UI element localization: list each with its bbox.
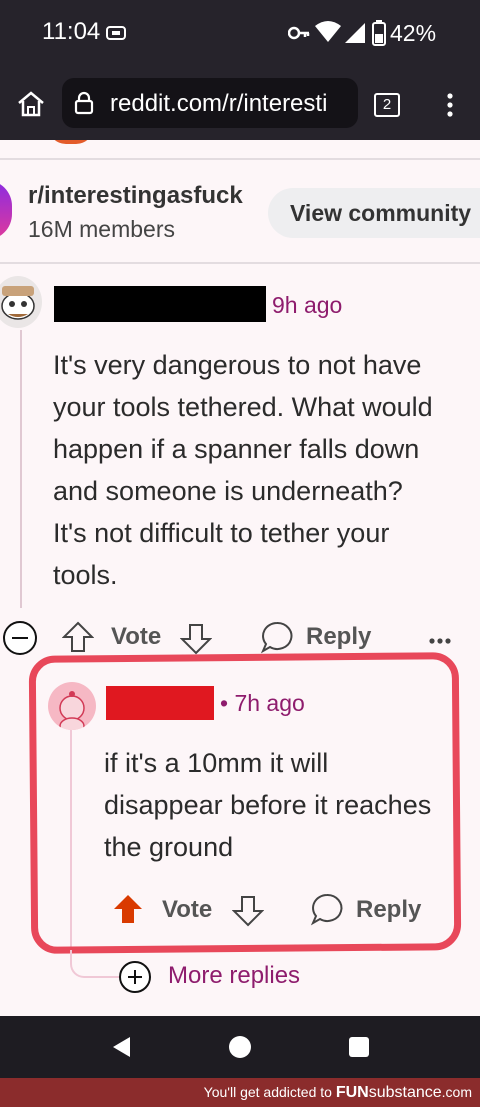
collapse-icon[interactable] <box>2 620 38 661</box>
tab-count: 2 <box>382 96 392 113</box>
more-options-icon[interactable] <box>446 92 454 123</box>
community-members: 16M members <box>28 216 175 242</box>
watermark-prefix: You'll get addicted to <box>203 1084 336 1100</box>
comment-body: It's very dangerous to not have your too… <box>53 350 433 590</box>
reply-label[interactable]: Reply <box>306 623 371 651</box>
comment-time: 9h ago <box>272 292 343 318</box>
snoo-avatar-icon <box>1 286 35 320</box>
cell-signal-icon <box>344 20 366 49</box>
divider <box>0 262 480 264</box>
community-avatar[interactable] <box>0 180 12 240</box>
watermark-brand-bold: FUN <box>335 1084 369 1101</box>
url-text: reddit.com/r/interesti <box>110 90 328 117</box>
watermark-suffix: .com <box>441 1084 472 1100</box>
highlight-box <box>28 652 462 954</box>
tab-switcher-button[interactable]: 2 <box>374 93 400 117</box>
browser-toolbar: reddit.com/r/interesti 2 <box>0 70 480 140</box>
vote-label: Vote <box>111 623 162 650</box>
community-name[interactable]: r/interestingasfuck <box>28 182 243 210</box>
wifi-icon <box>314 20 342 49</box>
more-replies-link[interactable]: More replies <box>168 962 300 990</box>
thread-line <box>20 330 22 608</box>
notification-icon <box>106 26 126 45</box>
page-content: r/interestingasfuck 16M members View com… <box>0 140 480 1016</box>
status-time: 11:04 <box>42 18 101 45</box>
key-icon <box>287 25 310 46</box>
redacted-username <box>54 286 266 322</box>
home-button-icon[interactable] <box>228 1035 252 1064</box>
battery-percent: 42% <box>390 20 437 46</box>
comment-options-icon[interactable] <box>428 632 452 650</box>
status-bar: 11:04 42% <box>0 0 480 70</box>
user-avatar[interactable] <box>0 276 42 328</box>
watermark-footer: You'll get addicted to FUNsubstance.com <box>0 1078 480 1107</box>
expand-icon[interactable] <box>118 960 152 999</box>
header-remnant <box>48 140 94 144</box>
recents-icon[interactable] <box>348 1036 370 1063</box>
system-nav-bar <box>0 1016 480 1078</box>
thread-connector <box>70 950 122 978</box>
address-bar[interactable]: reddit.com/r/interesti <box>62 78 358 128</box>
view-community-label: View community <box>290 200 472 226</box>
back-icon[interactable] <box>110 1035 134 1064</box>
lock-icon <box>74 91 94 120</box>
home-icon[interactable] <box>16 90 46 123</box>
watermark-brand: substance <box>368 1084 442 1101</box>
divider <box>0 158 480 160</box>
battery-icon <box>372 20 386 51</box>
view-community-button[interactable]: View community <box>268 188 480 238</box>
upvote-icon[interactable] <box>61 620 95 659</box>
